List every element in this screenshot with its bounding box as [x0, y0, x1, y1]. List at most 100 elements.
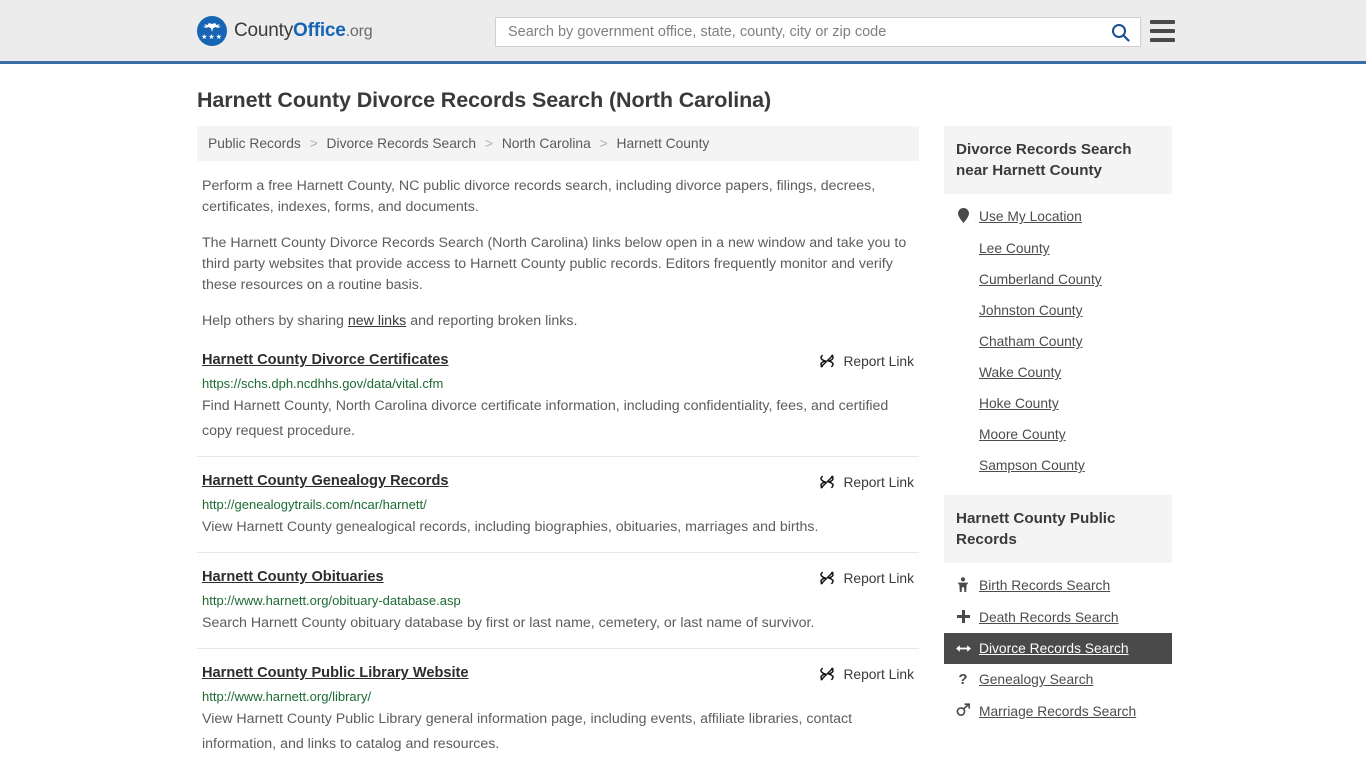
intro-p3-before: Help others by sharing [202, 313, 348, 329]
sidebar-public-records-list: Birth Records Search Death Records Search… [944, 563, 1172, 727]
listing-description: View Harnett County genealogical records… [202, 519, 819, 535]
sidebar-item-label: Marriage Records Search [979, 703, 1137, 719]
sidebar-item-wake-county[interactable]: Wake County [944, 357, 1172, 388]
sidebar-item-label: Moore County [979, 427, 1066, 442]
sidebar-panel-public-records-title: Harnett County Public Records [944, 495, 1172, 563]
sidebar-item-marriage-records-search[interactable]: Marriage Records Search [944, 695, 1172, 727]
listing-item: Harnett County Genealogy Records Report L… [197, 457, 919, 553]
intro-p3-after: and reporting broken links. [406, 313, 578, 329]
logo-wordmark: CountyOffice.org [234, 19, 373, 42]
sidebar-item-moore-county[interactable]: Moore County [944, 419, 1172, 450]
breadcrumb-separator: > [484, 136, 493, 151]
sidebar-nearby-list: Use My Location Lee County Cumberland Coun… [944, 194, 1172, 481]
baby-icon [957, 577, 969, 592]
listing-header: Harnett County Obituaries Report Link [202, 569, 914, 586]
sidebar-panel-nearby: Divorce Records Search near Harnett Coun… [944, 126, 1172, 481]
listing-url[interactable]: http://www.harnett.org/library/ [202, 689, 914, 704]
report-link-label: Report Link [843, 474, 914, 490]
search-bar[interactable] [495, 17, 1141, 47]
intro-paragraph-2: The Harnett County Divorce Records Searc… [202, 235, 907, 293]
sidebar-item-genealogy-search[interactable]: ? Genealogy Search [944, 664, 1172, 695]
map-pin-icon [957, 208, 969, 223]
breadcrumb-separator: > [599, 136, 608, 151]
main-column: Public Records > Divorce Records Search … [197, 126, 919, 768]
listing-title-link[interactable]: Harnett County Divorce Certificates [202, 352, 449, 368]
listing-url[interactable]: http://genealogytrails.com/ncar/harnett/ [202, 497, 914, 512]
breadcrumb-item-3[interactable]: Harnett County [617, 136, 710, 151]
mars-venus-icon [956, 703, 970, 719]
hamburger-bar-2 [1150, 29, 1175, 33]
report-link-label: Report Link [843, 666, 914, 682]
search-input[interactable] [496, 18, 1100, 46]
mars-venus-icon [956, 703, 970, 716]
sidebar-item-label: Divorce Records Search [979, 641, 1129, 656]
listing-item: Harnett County Obituaries Report Link http… [197, 553, 919, 649]
listing-item: Harnett County Divorce Certificates Repor… [197, 332, 919, 457]
hamburger-menu-icon[interactable] [1150, 20, 1175, 42]
broken-link-icon [820, 475, 835, 489]
breadcrumb-item-0[interactable]: Public Records [208, 136, 301, 151]
sidebar-item-cumberland-county[interactable]: Cumberland County [944, 264, 1172, 295]
sidebar-item-johnston-county[interactable]: Johnston County [944, 295, 1172, 326]
new-links-link[interactable]: new links [348, 313, 406, 329]
sidebar-item-label: Death Records Search [979, 610, 1119, 625]
report-link-label: Report Link [843, 353, 914, 369]
listing-item: Harnett County Public Library Website Rep… [197, 649, 919, 768]
sidebar-item-label: Genealogy Search [979, 672, 1094, 687]
listing-title-link[interactable]: Harnett County Genealogy Records [202, 473, 449, 489]
broken-link-icon [820, 354, 835, 368]
sidebar-item-label: Birth Records Search [979, 578, 1111, 593]
search-icon [1111, 23, 1130, 42]
question-mark-icon: ? [956, 672, 970, 687]
sidebar-item-use-my-location[interactable]: Use My Location [944, 200, 1172, 233]
site-header: ★★★ CountyOffice.org [0, 0, 1366, 64]
report-link-button[interactable]: Report Link [819, 569, 914, 586]
sidebar-item-label: Cumberland County [979, 272, 1102, 287]
report-link-label: Report Link [843, 570, 914, 586]
hamburger-bar-3 [1150, 38, 1175, 42]
map-pin-icon [956, 208, 970, 225]
content-columns: Public Records > Divorce Records Search … [197, 126, 1172, 768]
sidebar-item-chatham-county[interactable]: Chatham County [944, 326, 1172, 357]
listing-title-link[interactable]: Harnett County Public Library Website [202, 665, 469, 681]
sidebar-item-label: Use My Location [979, 209, 1082, 224]
listing-url[interactable]: https://schs.dph.ncdhhs.gov/data/vital.c… [202, 376, 914, 391]
report-link-button[interactable]: Report Link [819, 665, 914, 682]
sidebar-item-death-records-search[interactable]: Death Records Search [944, 602, 1172, 633]
site-logo[interactable]: ★★★ CountyOffice.org [197, 15, 373, 46]
intro-text: Perform a free Harnett County, NC public… [197, 176, 919, 332]
eagle-seal-icon: ★★★ [197, 15, 227, 46]
report-link-button[interactable]: Report Link [819, 473, 914, 490]
listing-title-link[interactable]: Harnett County Obituaries [202, 569, 384, 585]
sidebar: Divorce Records Search near Harnett Coun… [944, 126, 1172, 768]
sidebar-item-label: Wake County [979, 365, 1062, 380]
arrows-left-right-icon [956, 644, 971, 652]
stars-glyph: ★★★ [201, 33, 223, 41]
sidebar-item-sampson-county[interactable]: Sampson County [944, 450, 1172, 481]
sidebar-item-label: Johnston County [979, 303, 1083, 318]
search-button[interactable] [1100, 18, 1140, 46]
breadcrumb: Public Records > Divorce Records Search … [197, 126, 919, 161]
listing-header: Harnett County Public Library Website Rep… [202, 665, 914, 682]
question-mark-icon: ? [958, 671, 968, 688]
page-title: Harnett County Divorce Records Search (N… [197, 88, 772, 112]
arrows-left-right-icon [956, 642, 971, 656]
breadcrumb-item-1[interactable]: Divorce Records Search [327, 136, 477, 151]
listing-url[interactable]: http://www.harnett.org/obituary-database… [202, 593, 914, 608]
listing-description: Search Harnett County obituary database … [202, 615, 815, 631]
cross-plus-icon [956, 610, 970, 623]
sidebar-item-label: Sampson County [979, 458, 1085, 473]
broken-link-icon [820, 571, 835, 585]
hamburger-bar-1 [1150, 20, 1175, 24]
sidebar-item-hoke-county[interactable]: Hoke County [944, 388, 1172, 419]
sidebar-item-lee-county[interactable]: Lee County [944, 233, 1172, 264]
breadcrumb-item-2[interactable]: North Carolina [502, 136, 591, 151]
logo-text-office: Office [293, 19, 346, 41]
sidebar-item-birth-records-search[interactable]: Birth Records Search [944, 569, 1172, 602]
page-container: Harnett County Divorce Records Search (N… [0, 88, 1366, 768]
report-link-button[interactable]: Report Link [819, 352, 914, 369]
broken-link-icon [820, 667, 835, 681]
listing-description: Find Harnett County, North Carolina divo… [202, 398, 889, 439]
sidebar-item-divorce-records-search[interactable]: Divorce Records Search [944, 633, 1172, 664]
sidebar-panel-nearby-title: Divorce Records Search near Harnett Coun… [944, 126, 1172, 194]
